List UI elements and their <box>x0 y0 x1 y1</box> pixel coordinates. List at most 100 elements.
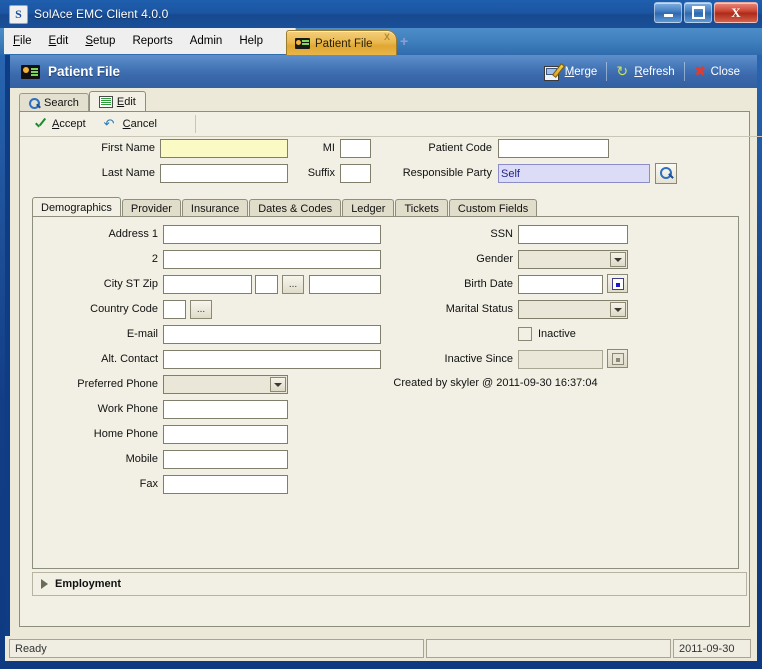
window-controls: X <box>654 2 758 23</box>
calendar-icon <box>612 278 624 290</box>
country-code-label: Country Code <box>43 303 158 315</box>
refresh-button[interactable]: ↻ Refresh <box>607 65 683 79</box>
merge-button[interactable]: Merge <box>535 63 607 80</box>
chevron-down-icon[interactable] <box>610 302 626 317</box>
menu-file[interactable]: File <box>13 35 32 47</box>
menu-bar: File Edit Setup Reports Admin Help <box>4 28 296 54</box>
inactive-since-input[interactable] <box>518 350 603 369</box>
minimize-button[interactable] <box>654 2 682 23</box>
ellipsis-icon: ... <box>197 304 205 315</box>
module-body: Search Edit Accept <box>10 88 757 636</box>
title-bar: S SolAce EMC Client 4.0.0 X <box>0 0 762 28</box>
close-window-button[interactable]: X <box>714 2 758 23</box>
city-input[interactable] <box>163 275 252 294</box>
patient-code-input[interactable] <box>498 139 609 158</box>
employment-label: Employment <box>55 578 121 590</box>
module-header: Patient File Merge ↻ Refresh <box>10 55 757 88</box>
address1-label: Address 1 <box>43 228 158 240</box>
cancel-button[interactable]: ↶ Cancel <box>104 118 157 130</box>
preferred-phone-label: Preferred Phone <box>43 378 158 390</box>
tab-ledger[interactable]: Ledger <box>342 199 394 217</box>
grid-icon <box>99 96 113 108</box>
work-phone-input[interactable] <box>163 400 288 419</box>
triangle-right-icon <box>41 579 48 589</box>
mobile-input[interactable] <box>163 450 288 469</box>
tab-dates-codes[interactable]: Dates & Codes <box>249 199 341 217</box>
tab-tickets[interactable]: Tickets <box>395 199 447 217</box>
window-title: SolAce EMC Client 4.0.0 <box>34 7 168 21</box>
last-name-input[interactable] <box>160 164 288 183</box>
client-area: Patient File Merge ↻ Refresh <box>5 55 757 636</box>
birth-date-picker-button[interactable] <box>607 274 628 293</box>
magnifier-icon <box>29 98 40 109</box>
form-action-bar: Accept ↶ Cancel <box>20 112 762 137</box>
home-phone-input[interactable] <box>163 425 288 444</box>
country-lookup-button[interactable]: ... <box>190 300 212 319</box>
menu-admin[interactable]: Admin <box>190 35 223 47</box>
country-code-input[interactable] <box>163 300 186 319</box>
close-module-button[interactable]: ✖ Close <box>685 65 749 78</box>
address2-input[interactable] <box>163 250 381 269</box>
birth-date-input[interactable] <box>518 275 603 294</box>
city-st-zip-label: City ST Zip <box>43 278 158 290</box>
inactive-since-label: Inactive Since <box>363 353 513 365</box>
mobile-label: Mobile <box>43 453 158 465</box>
refresh-icon: ↻ <box>616 65 630 79</box>
tab-insurance[interactable]: Insurance <box>182 199 248 217</box>
inactive-label: Inactive <box>538 328 576 340</box>
maximize-icon <box>692 6 705 19</box>
tab-search[interactable]: Search <box>19 93 89 112</box>
patient-card-icon <box>295 38 310 49</box>
tab-provider[interactable]: Provider <box>122 199 181 217</box>
module-header-actions: Merge ↻ Refresh ✖ Close <box>535 55 749 88</box>
email-label: E-mail <box>43 328 158 340</box>
status-bar: Ready 2011-09-30 <box>5 636 757 661</box>
patient-code-label: Patient Code <box>320 142 492 154</box>
demographics-panel: Address 1 2 City ST Zip ... Country Code… <box>32 216 739 569</box>
accept-button[interactable]: Accept <box>34 118 86 131</box>
chevron-down-icon[interactable] <box>270 377 286 392</box>
status-middle <box>426 639 671 658</box>
inactive-since-picker-button[interactable] <box>607 349 628 368</box>
menu-help[interactable]: Help <box>239 35 263 47</box>
close-x-icon: ✖ <box>694 65 707 78</box>
alt-contact-input[interactable] <box>163 350 381 369</box>
fax-input[interactable] <box>163 475 288 494</box>
email-input[interactable] <box>163 325 381 344</box>
alt-contact-label: Alt. Contact <box>43 353 158 365</box>
responsible-party-lookup-button[interactable] <box>655 163 677 184</box>
responsible-party-label: Responsible Party <box>320 167 492 179</box>
tab-edit[interactable]: Edit <box>89 91 146 112</box>
work-phone-label: Work Phone <box>43 403 158 415</box>
menu-edit[interactable]: Edit <box>49 35 69 47</box>
menu-reports[interactable]: Reports <box>132 35 172 47</box>
inactive-checkbox-row[interactable]: Inactive <box>518 327 576 341</box>
page-title: Patient File <box>48 64 120 79</box>
ssn-input[interactable] <box>518 225 628 244</box>
first-name-input[interactable] <box>160 139 288 158</box>
maximize-button[interactable] <box>684 2 712 23</box>
divider <box>195 115 196 133</box>
document-tab-close-icon[interactable]: X <box>384 32 390 42</box>
address1-input[interactable] <box>163 225 381 244</box>
tab-custom-fields[interactable]: Custom Fields <box>449 199 537 217</box>
document-tab-patient-file[interactable]: Patient File X <box>286 30 397 56</box>
preferred-phone-select[interactable] <box>163 375 288 394</box>
new-tab-plus-icon[interactable]: + <box>400 37 411 48</box>
marital-status-label: Marital Status <box>363 303 513 315</box>
identity-row: First Name MI Patient Code Last Name Suf… <box>20 137 749 197</box>
chevron-down-icon[interactable] <box>610 252 626 267</box>
status-date: 2011-09-30 <box>673 639 751 658</box>
ssn-label: SSN <box>363 228 513 240</box>
application-window: S SolAce EMC Client 4.0.0 X File Edit Se… <box>0 0 762 669</box>
gender-select[interactable] <box>518 250 628 269</box>
tab-demographics[interactable]: Demographics <box>32 197 121 217</box>
responsible-party-input[interactable] <box>498 164 650 183</box>
employment-section-header[interactable]: Employment <box>32 572 747 596</box>
menu-setup[interactable]: Setup <box>85 35 115 47</box>
state-input[interactable] <box>255 275 278 294</box>
inactive-checkbox[interactable] <box>518 327 532 341</box>
city-lookup-button[interactable]: ... <box>282 275 304 294</box>
marital-status-select[interactable] <box>518 300 628 319</box>
close-icon: X <box>731 6 740 19</box>
